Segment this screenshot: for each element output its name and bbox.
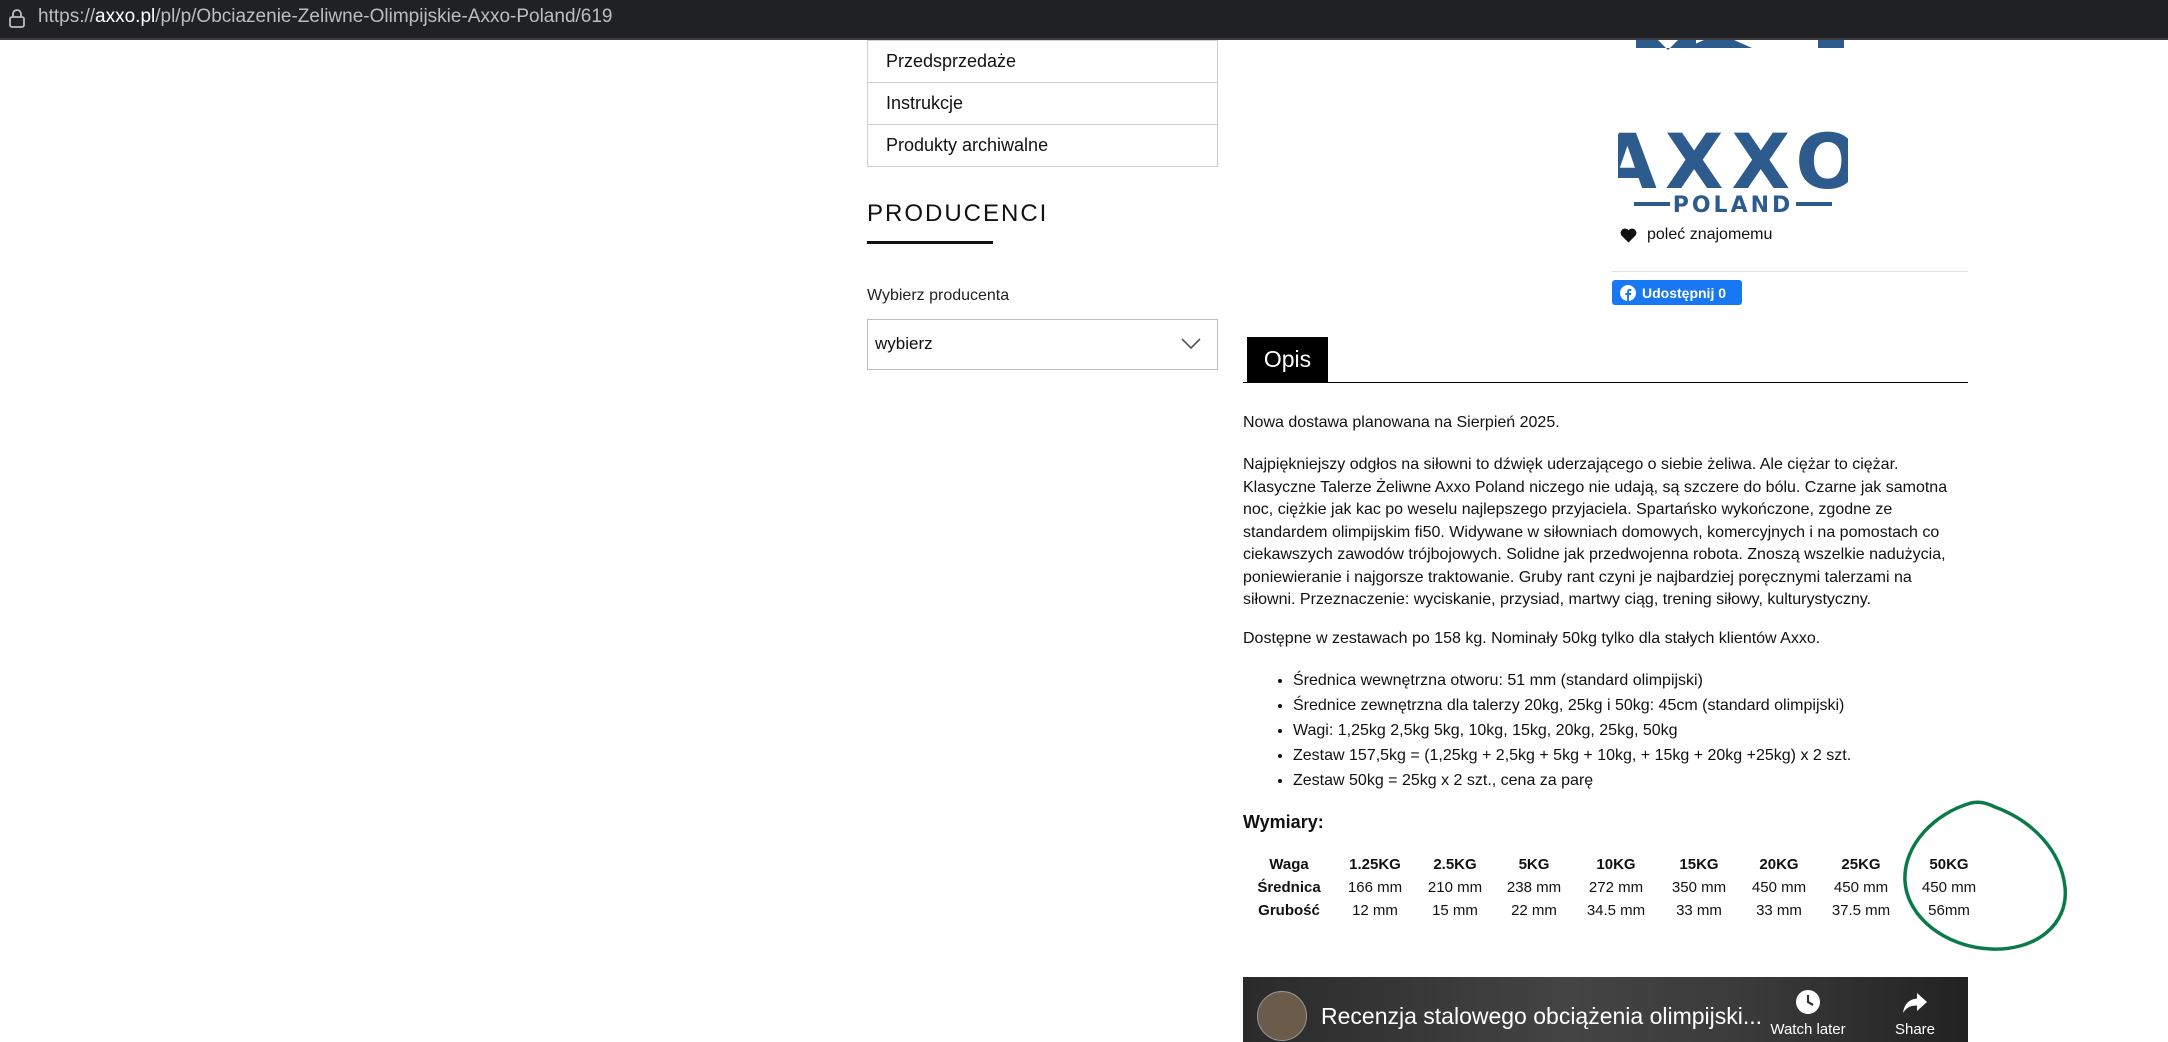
description-paragraph: Nowa dostawa planowana na Sierpień 2025. xyxy=(1243,414,1560,431)
dimensions-title: Wymiary: xyxy=(1243,812,1324,832)
heart-icon xyxy=(1620,228,1637,242)
table-cell: 37.5 mm xyxy=(1831,902,1891,919)
table-cell: 272 mm xyxy=(1588,879,1644,896)
browser-url-bar[interactable]: https://axxo.pl/pl/p/Obciazenie-Zeliwne-… xyxy=(0,0,2168,40)
url-prefix: https:// xyxy=(38,6,96,27)
spec-list-item: Wagi: 1,25kg 2,5kg 5kg, 10kg, 15kg, 20kg… xyxy=(1293,718,1968,743)
table-header: 25KG xyxy=(1841,856,1881,873)
url-path: /pl/p/Obciazenie-Zeliwne-Olimpijskie-Axx… xyxy=(155,6,613,27)
recommend-label: poleć znajomemu xyxy=(1647,226,1773,243)
table-header: 5KG xyxy=(1518,856,1550,873)
spec-list: Średnica wewnętrzna otworu: 51 mm (stand… xyxy=(1243,668,1968,793)
description-paragraph: Dostępne w zestawach po 158 kg. Nominały… xyxy=(1243,630,1821,647)
axxo-poland-logo: AXXO POLAND xyxy=(1618,40,1848,218)
table-cell: 450 mm xyxy=(1921,879,1977,896)
description-paragraph: Najpiękniejszy odgłos na siłowni to dźwi… xyxy=(1243,456,1948,608)
url-host: axxo.pl xyxy=(95,6,156,27)
table-cell: 33 mm xyxy=(1756,902,1802,919)
video-embed[interactable]: Recenzja stalowego obciążenia olimpijski… xyxy=(1243,977,1968,1042)
table-cell: 34.5 mm xyxy=(1586,902,1646,919)
table-cell: 350 mm xyxy=(1671,879,1727,896)
spec-list-item: Zestaw 157,5kg = (1,25kg + 2,5kg + 5kg +… xyxy=(1293,743,1968,768)
recommend-link[interactable]: poleć znajomemu xyxy=(1620,226,1772,244)
facebook-share-button[interactable]: Udostępnij 0 xyxy=(1612,280,1742,305)
producer-select-label: Wybierz producenta xyxy=(867,287,1010,304)
table-cell: 210 mm xyxy=(1427,879,1483,896)
table-row: Grubość 12 mm 15 mm 22 mm 34.5 mm 33 mm … xyxy=(1243,899,1995,922)
lock-icon xyxy=(9,9,25,28)
facebook-share-label: Udostępnij 0 xyxy=(1642,284,1727,301)
table-cell: 450 mm xyxy=(1833,879,1889,896)
video-title[interactable]: Recenzja stalowego obciążenia olimpijski… xyxy=(1321,1003,1762,1030)
menu-item-label: Instrukcje xyxy=(886,93,964,113)
spec-list-item: Średnica wewnętrzna otworu: 51 mm (stand… xyxy=(1293,668,1968,693)
share-icon xyxy=(1903,993,1927,1013)
producers-heading: PRODUCENCI xyxy=(867,200,1049,227)
table-row: Waga 1.25KG 2.5KG 5KG 10KG 15KG 20KG 25K… xyxy=(1243,853,1995,876)
watch-later-button[interactable]: Watch later xyxy=(1763,989,1853,1038)
spec-list-item: Zestaw 50kg = 25kg x 2 szt., cena za par… xyxy=(1293,768,1968,793)
table-cell: 56mm xyxy=(1928,902,1970,919)
dimensions-table: Waga 1.25KG 2.5KG 5KG 10KG 15KG 20KG 25K… xyxy=(1243,853,1995,922)
share-label: Share xyxy=(1894,1021,1936,1038)
table-row: Średnica 166 mm 210 mm 238 mm 272 mm 350… xyxy=(1243,876,1995,899)
menu-item-przedsprzedaze[interactable]: Przedsprzedaże xyxy=(867,40,1218,83)
tab-underline xyxy=(1243,382,1968,383)
table-cell: 450 mm xyxy=(1751,879,1807,896)
share-button[interactable]: Share xyxy=(1885,989,1945,1038)
spec-list-item: Średnice zewnętrzna dla talerzy 20kg, 25… xyxy=(1293,693,1968,718)
clock-icon xyxy=(1796,990,1820,1014)
table-row-header: Średnica xyxy=(1257,879,1321,896)
table-header: 1.25KG xyxy=(1349,856,1401,873)
table-header: 15KG xyxy=(1679,856,1719,873)
table-header: 2.5KG xyxy=(1433,856,1477,873)
table-cell: 166 mm xyxy=(1347,879,1403,896)
producers-heading-underline xyxy=(867,241,993,244)
menu-item-label: Przedsprzedaże xyxy=(886,51,1017,71)
table-header: Waga xyxy=(1269,856,1309,873)
tab-opis[interactable]: Opis xyxy=(1247,337,1328,382)
watch-later-label: Watch later xyxy=(1770,1021,1846,1038)
table-cell: 33 mm xyxy=(1676,902,1722,919)
facebook-icon xyxy=(1620,284,1636,301)
table-cell: 238 mm xyxy=(1506,879,1562,896)
table-header: 50KG xyxy=(1929,856,1969,873)
url-text[interactable]: https://axxo.pl/pl/p/Obciazenie-Zeliwne-… xyxy=(38,6,613,28)
table-row-header: Grubość xyxy=(1258,902,1320,919)
menu-item-instrukcje[interactable]: Instrukcje xyxy=(867,83,1218,125)
producer-select-value: wybierz xyxy=(875,334,933,353)
table-cell: 22 mm xyxy=(1511,902,1557,919)
logo-text-sub: POLAND xyxy=(1673,193,1794,218)
category-menu: Przedsprzedaże Instrukcje Produkty archi… xyxy=(867,40,1218,167)
table-cell: 15 mm xyxy=(1432,902,1478,919)
menu-item-label: Produkty archiwalne xyxy=(886,135,1049,155)
table-header: 20KG xyxy=(1759,856,1799,873)
table-cell: 12 mm xyxy=(1352,902,1398,919)
divider xyxy=(1612,271,1968,272)
producer-select[interactable]: wybierz xyxy=(867,319,1218,370)
channel-avatar[interactable] xyxy=(1257,991,1307,1041)
table-header: 10KG xyxy=(1596,856,1636,873)
chevron-down-icon xyxy=(1181,338,1201,350)
menu-item-produkty-archiwalne[interactable]: Produkty archiwalne xyxy=(867,125,1218,167)
